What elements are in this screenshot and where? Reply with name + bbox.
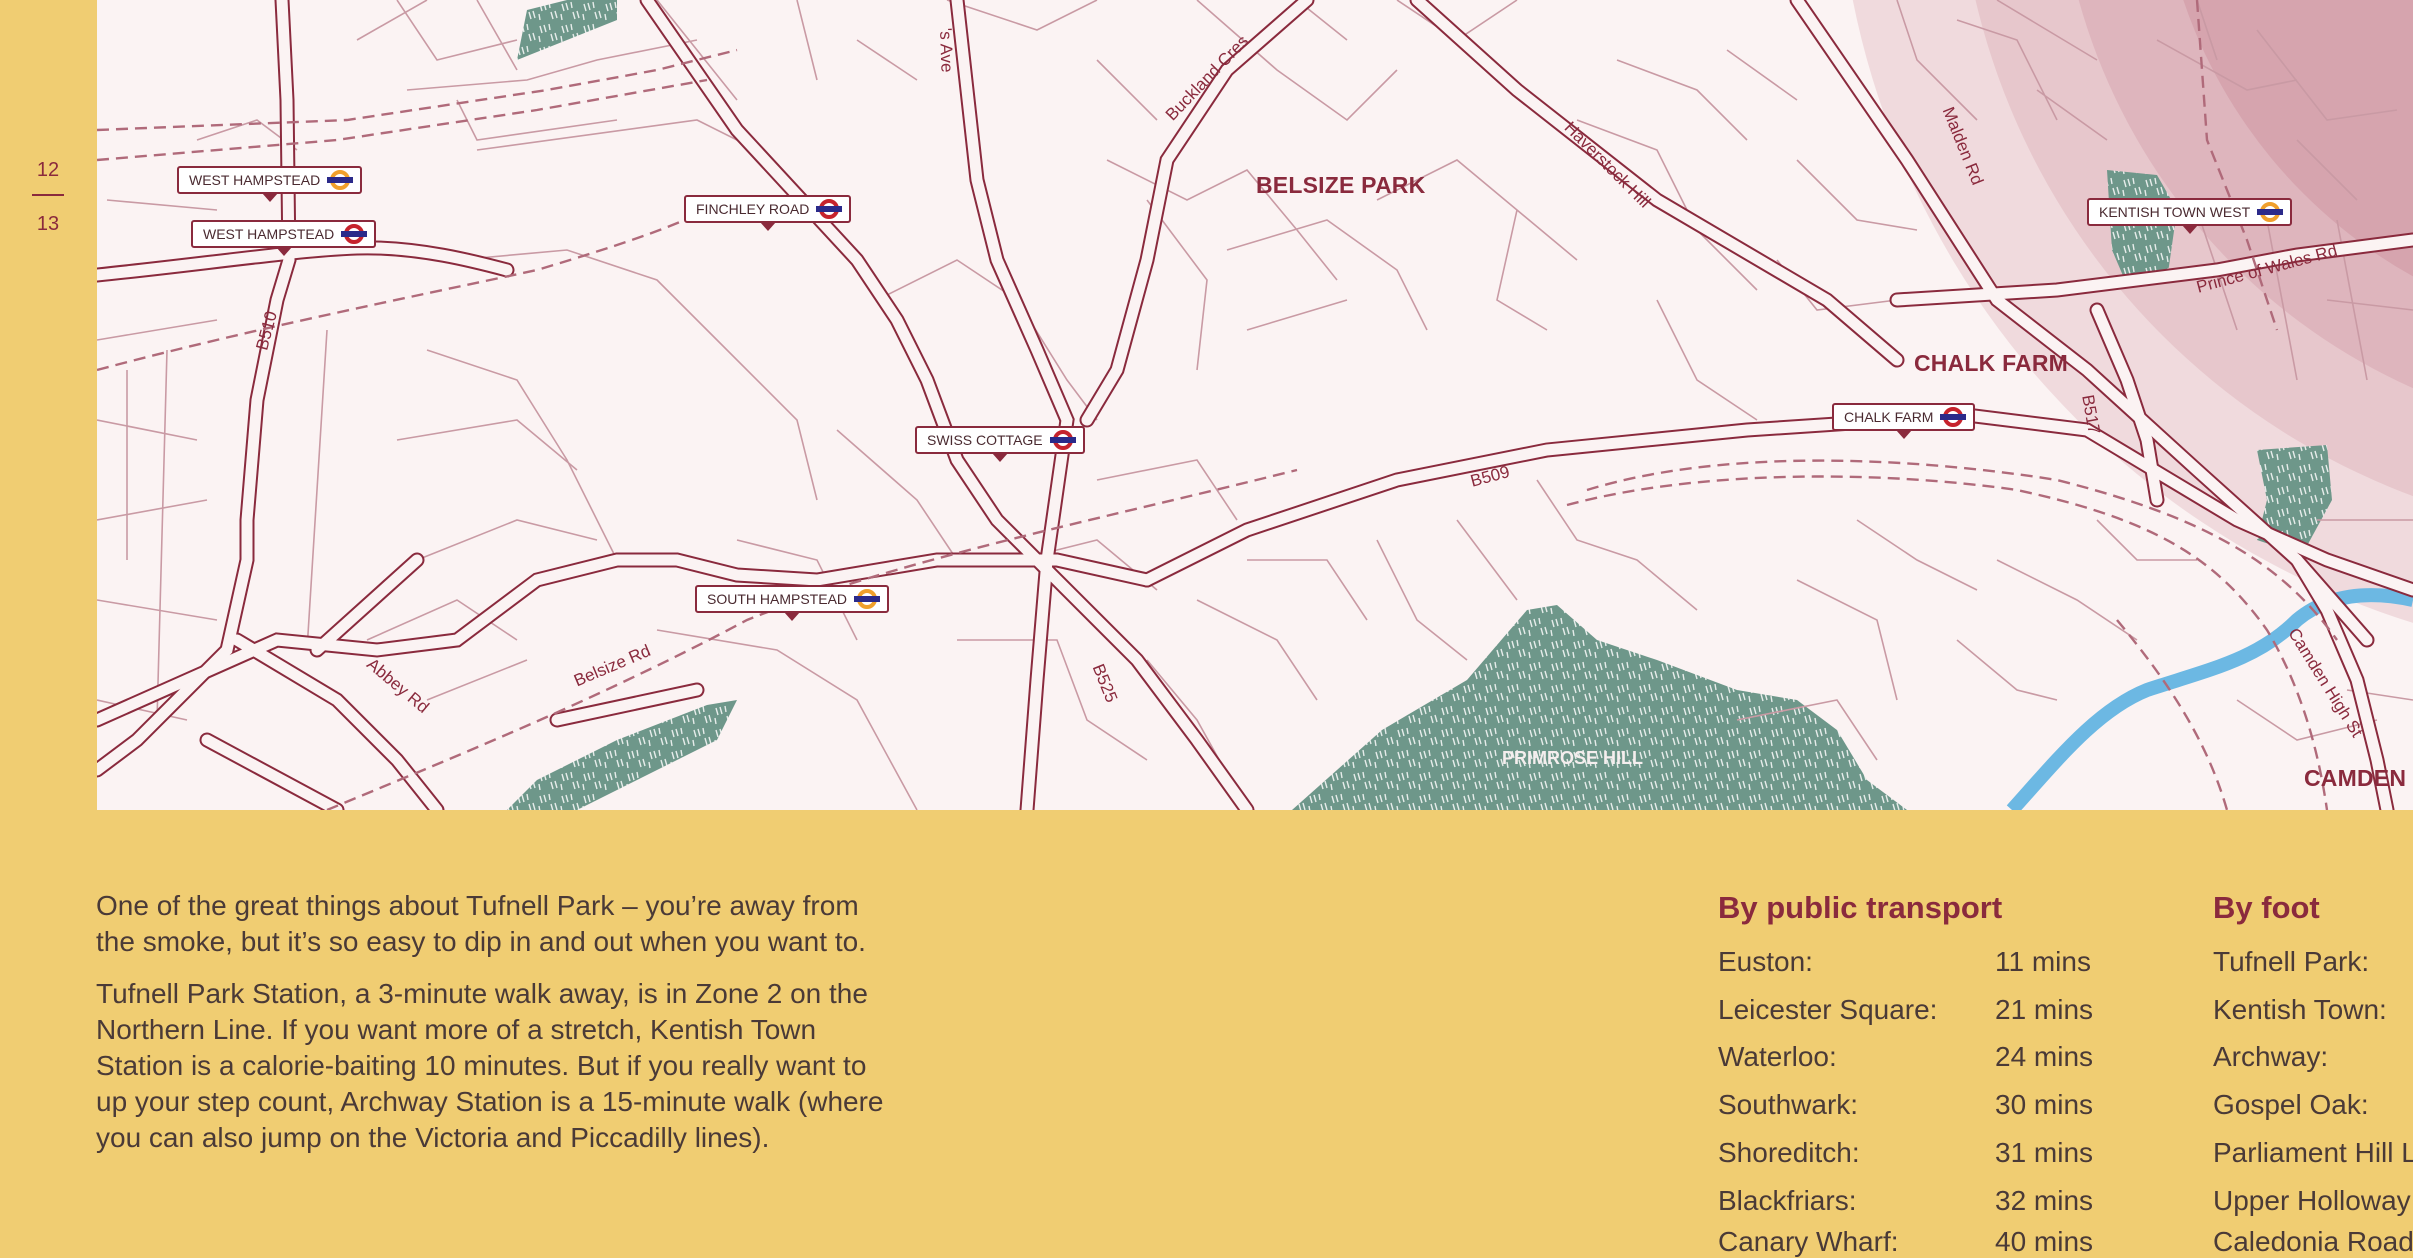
- station-name: SWISS COTTAGE: [927, 432, 1043, 448]
- station-west-hampstead-overground[interactable]: WEST HAMPSTEAD: [177, 166, 363, 202]
- station-name: KENTISH TOWN WEST: [2099, 204, 2251, 220]
- station-finchley-road[interactable]: FINCHLEY ROAD: [684, 195, 852, 231]
- transport-destination: Southwark:: [1718, 1089, 1859, 1120]
- station-chalk-farm[interactable]: CHALK FARM: [1832, 403, 1976, 439]
- walk-destination: Kentish Town:: [2213, 994, 2387, 1025]
- underground-roundel-icon: [1940, 407, 1967, 427]
- station-name: WEST HAMPSTEAD: [203, 226, 335, 242]
- transport-destination: Waterloo:: [1718, 1041, 1837, 1072]
- page-number-right: 13: [36, 213, 60, 235]
- walk-destination: Upper Holloway: [2213, 1185, 2411, 1216]
- transport-destination: Leicester Square:: [1718, 994, 1938, 1025]
- transport-destination: Canary Wharf:: [1718, 1226, 1899, 1257]
- map-graphics: [97, 0, 2413, 810]
- intro-paragraph-1: One of the great things about Tufnell Pa…: [96, 890, 866, 957]
- transport-time: 40 mins: [1995, 1226, 2094, 1257]
- transport-time: 24 mins: [1995, 1041, 2094, 1072]
- station-south-hampstead[interactable]: SOUTH HAMPSTEAD: [695, 585, 890, 621]
- park-label-primrose-hill: PRIMROSE HILL: [1502, 748, 1644, 768]
- walk-destination: Archway:: [2213, 1041, 2329, 1072]
- area-label-belsize-park: BELSIZE PARK: [1256, 172, 1426, 198]
- underground-roundel-icon: [1049, 430, 1076, 450]
- overground-roundel-icon: [2257, 202, 2284, 222]
- underground-roundel-icon: [341, 224, 368, 244]
- walk-destination: Gospel Oak:: [2213, 1089, 2369, 1120]
- underground-roundel-icon: [816, 199, 843, 219]
- transport-time: 21 mins: [1995, 994, 2094, 1025]
- walk-destination: Tufnell Park:: [2213, 946, 2370, 977]
- page-number-divider: [32, 194, 64, 196]
- page-number-left: 12: [36, 159, 60, 181]
- area-label-camden-town: CAMDEN T: [2304, 765, 2413, 791]
- transport-time: 32 mins: [1995, 1185, 2094, 1216]
- area-label-chalk-farm: CHALK FARM: [1914, 350, 2069, 376]
- station-swiss-cottage[interactable]: SWISS COTTAGE: [915, 426, 1085, 462]
- station-west-hampstead-underground[interactable]: WEST HAMPSTEAD: [191, 220, 377, 256]
- public-transport-heading: By public transport: [1718, 890, 2003, 925]
- station-name: SOUTH HAMPSTEAD: [707, 591, 848, 607]
- overground-roundel-icon: [327, 170, 354, 190]
- overground-roundel-icon: [854, 589, 881, 609]
- station-kentish-town-west[interactable]: KENTISH TOWN WEST: [2087, 198, 2293, 234]
- transport-time: 11 mins: [1995, 946, 2091, 977]
- station-name: FINCHLEY ROAD: [696, 201, 810, 217]
- road-label-avenue: 's Ave: [936, 27, 957, 73]
- transport-destination: Shoreditch:: [1718, 1137, 1860, 1168]
- station-name: CHALK FARM: [1844, 409, 1934, 425]
- transport-destination: Euston:: [1718, 946, 1813, 977]
- transport-time: 30 mins: [1995, 1089, 2094, 1120]
- intro-paragraph-2: Tufnell Park Station, a 3-minute walk aw…: [96, 978, 884, 1153]
- walk-destination: Parliament Hill L: [2213, 1137, 2413, 1168]
- page-number-marker: 12 13: [30, 160, 66, 234]
- walk-destination: Caledonia Road: [2213, 1226, 2413, 1257]
- area-map[interactable]: BELSIZE PARK CHALK FARM CAMDEN T PRIMROS…: [97, 0, 2413, 810]
- transport-destination: Blackfriars:: [1718, 1185, 1857, 1216]
- station-name: WEST HAMPSTEAD: [189, 172, 321, 188]
- by-foot-heading: By foot: [2213, 890, 2320, 925]
- intro-text: One of the great things about Tufnell Pa…: [96, 888, 896, 1172]
- transport-time: 31 mins: [1995, 1137, 2094, 1168]
